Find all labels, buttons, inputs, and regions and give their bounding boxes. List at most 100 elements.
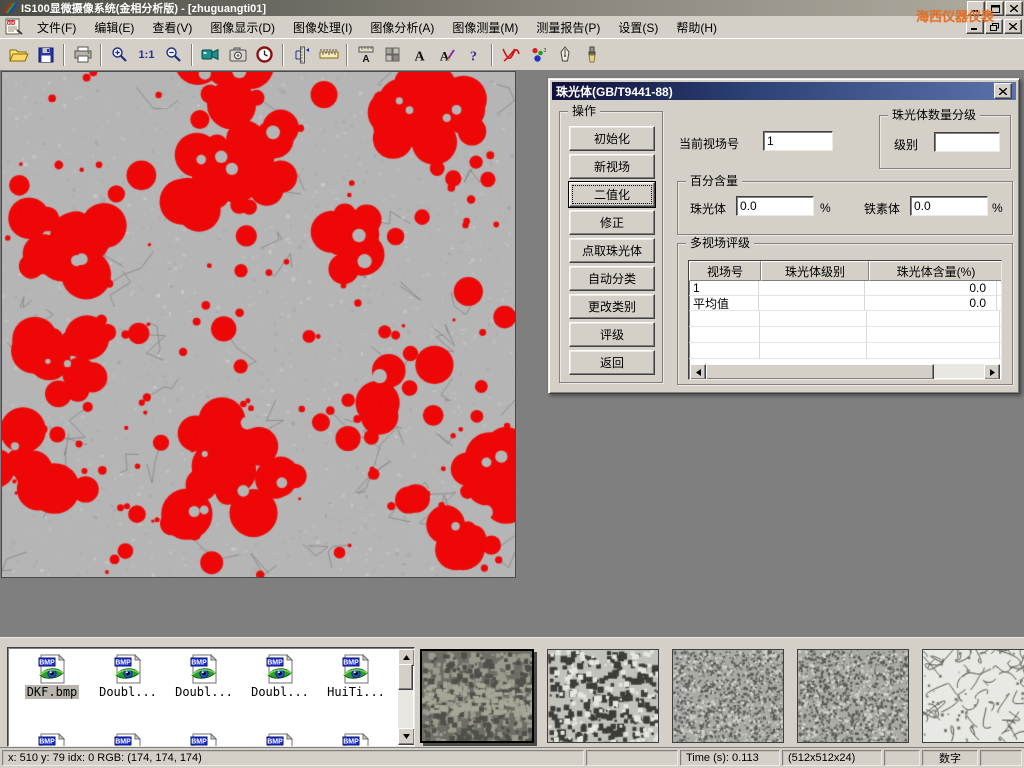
cell-ferrite-content	[997, 281, 1002, 296]
col-pearlite-grade[interactable]: 珠光体级别	[761, 261, 869, 281]
thumbnail-1[interactable]	[420, 649, 534, 743]
pearlite-percent-input[interactable]	[736, 196, 814, 216]
actual-size-label: 1:1	[139, 49, 155, 61]
menu-edit[interactable]: 编辑(E)	[85, 16, 143, 39]
file-name: Doubl...	[249, 685, 311, 699]
child-close-button[interactable]	[1004, 19, 1022, 34]
close-button[interactable]	[1005, 1, 1023, 16]
scroll-down-icon[interactable]	[398, 728, 415, 745]
text-edit-icon[interactable]: A	[433, 42, 460, 68]
video-camera-icon[interactable]	[197, 42, 224, 68]
scrollbar-thumb[interactable]	[398, 664, 413, 690]
ferrite-percent-input[interactable]	[910, 196, 988, 216]
col-pearlite-content[interactable]: 珠光体含量(%)	[869, 261, 1002, 281]
file-item[interactable]	[320, 732, 392, 747]
menu-measure-report[interactable]: 测量报告(P)	[527, 16, 609, 39]
table-row[interactable]	[689, 327, 1002, 343]
col-field-number[interactable]: 视场号	[689, 261, 761, 281]
correct-button[interactable]: 修正	[569, 210, 655, 235]
table-row[interactable]: 1 0.0	[689, 281, 1002, 296]
particle-classify-icon[interactable]: 3	[524, 42, 551, 68]
print-icon[interactable]	[69, 42, 96, 68]
file-item[interactable]	[16, 732, 88, 747]
measure-scale-icon[interactable]: A	[352, 42, 379, 68]
zoom-out-icon[interactable]	[160, 42, 187, 68]
dialog-title: 珠光体(GB/T9441-88)	[556, 83, 673, 100]
menu-settings[interactable]: 设置(S)	[609, 16, 667, 39]
file-name: HuiTi...	[325, 685, 387, 699]
clock-icon[interactable]	[251, 42, 278, 68]
menu-image-measure[interactable]: 图像测量(M)	[443, 16, 527, 39]
ruler-icon[interactable]	[315, 42, 342, 68]
binarize-button[interactable]: 二值化	[569, 182, 655, 207]
auto-classify-button[interactable]: 自动分类	[569, 266, 655, 291]
menu-file[interactable]: 文件(F)	[28, 16, 85, 39]
file-item[interactable]: Doubl...	[244, 653, 316, 699]
table-row[interactable]	[689, 311, 1002, 327]
scroll-right-icon[interactable]	[984, 364, 1000, 380]
file-item[interactable]	[244, 732, 316, 747]
file-item[interactable]: Doubl...	[168, 653, 240, 699]
table-row[interactable]	[689, 343, 1002, 359]
pen-icon[interactable]	[551, 42, 578, 68]
rate-button[interactable]: 评级	[569, 322, 655, 347]
grid-icon[interactable]	[379, 42, 406, 68]
bmp-file-icon	[188, 732, 220, 747]
file-item[interactable]: Doubl...	[92, 653, 164, 699]
zoom-in-icon[interactable]	[106, 42, 133, 68]
thumbnail-2[interactable]	[547, 649, 659, 743]
open-folder-icon[interactable]	[5, 42, 32, 68]
init-button[interactable]: 初始化	[569, 126, 655, 151]
change-class-button[interactable]: 更改类别	[569, 294, 655, 319]
current-field-input[interactable]	[763, 131, 833, 151]
camera-icon[interactable]	[224, 42, 251, 68]
table-row[interactable]: 平均值 0.0	[689, 296, 1002, 311]
dialog-titlebar[interactable]: 珠光体(GB/T9441-88)	[552, 82, 1016, 100]
thumbnail-4[interactable]	[797, 649, 909, 743]
menu-image-analysis[interactable]: 图像分析(A)	[361, 16, 443, 39]
caliper-icon[interactable]	[288, 42, 315, 68]
bmp-file-icon	[188, 653, 220, 685]
thumbnail-5[interactable]	[922, 649, 1024, 743]
rating-table[interactable]: 视场号 珠光体级别 珠光体含量(%) 铁素体含量(%) 1 0.0 平均值	[688, 260, 1002, 380]
table-horizontal-scrollbar[interactable]	[690, 364, 1000, 378]
menu-view[interactable]: 查看(V)	[143, 16, 201, 39]
grade-input[interactable]	[934, 132, 1000, 152]
return-button[interactable]: 返回	[569, 350, 655, 375]
menu-image-display[interactable]: 图像显示(D)	[201, 16, 284, 39]
svg-text:A: A	[439, 48, 449, 63]
file-item[interactable]: DKF.bmp	[16, 653, 88, 699]
cell-pearlite-content: 0.0	[865, 281, 997, 296]
metallographic-image[interactable]	[1, 71, 516, 578]
file-item[interactable]: HuiTi...	[320, 653, 392, 699]
pearlite-label: 珠光体	[690, 200, 726, 217]
thumbnail-3[interactable]	[672, 649, 784, 743]
scroll-left-icon[interactable]	[690, 364, 706, 380]
cell-ferrite-content	[997, 296, 1002, 311]
pick-pearlite-button[interactable]: 点取珠光体	[569, 238, 655, 263]
menu-help[interactable]: 帮助(H)	[667, 16, 726, 39]
file-list[interactable]: DKF.bmp Doubl... Doubl... Doubl... HuiTi…	[7, 647, 415, 747]
scrollbar-thumb[interactable]	[706, 364, 934, 380]
menu-bar: DOC 文件(F) 编辑(E) 查看(V) 图像显示(D) 图像处理(I) 图像…	[0, 16, 1024, 38]
file-list-scrollbar[interactable]	[398, 649, 413, 745]
save-icon[interactable]	[32, 42, 59, 68]
help-icon[interactable]: ?	[460, 42, 487, 68]
grade-label: 级别	[894, 136, 918, 153]
bmp-file-icon	[112, 732, 144, 747]
toolbar-separator	[191, 44, 193, 66]
brush-icon[interactable]	[578, 42, 605, 68]
bmp-file-icon	[36, 653, 68, 685]
status-coordinates: x: 510 y: 79 idx: 0 RGB: (174, 174, 174)	[2, 750, 584, 766]
pearlite-percent-sign: %	[820, 201, 831, 215]
file-item[interactable]	[92, 732, 164, 747]
file-item[interactable]	[168, 732, 240, 747]
new-field-button[interactable]: 新视场	[569, 154, 655, 179]
actual-size-icon[interactable]: 1:1	[133, 42, 160, 68]
dialog-close-icon[interactable]	[994, 83, 1012, 99]
status-bar: x: 510 y: 79 idx: 0 RGB: (174, 174, 174)…	[0, 747, 1024, 768]
text-icon[interactable]: A	[406, 42, 433, 68]
menu-image-processing[interactable]: 图像处理(I)	[284, 16, 361, 39]
operations-group-label: 操作	[568, 104, 600, 118]
curve-tool-icon[interactable]	[497, 42, 524, 68]
